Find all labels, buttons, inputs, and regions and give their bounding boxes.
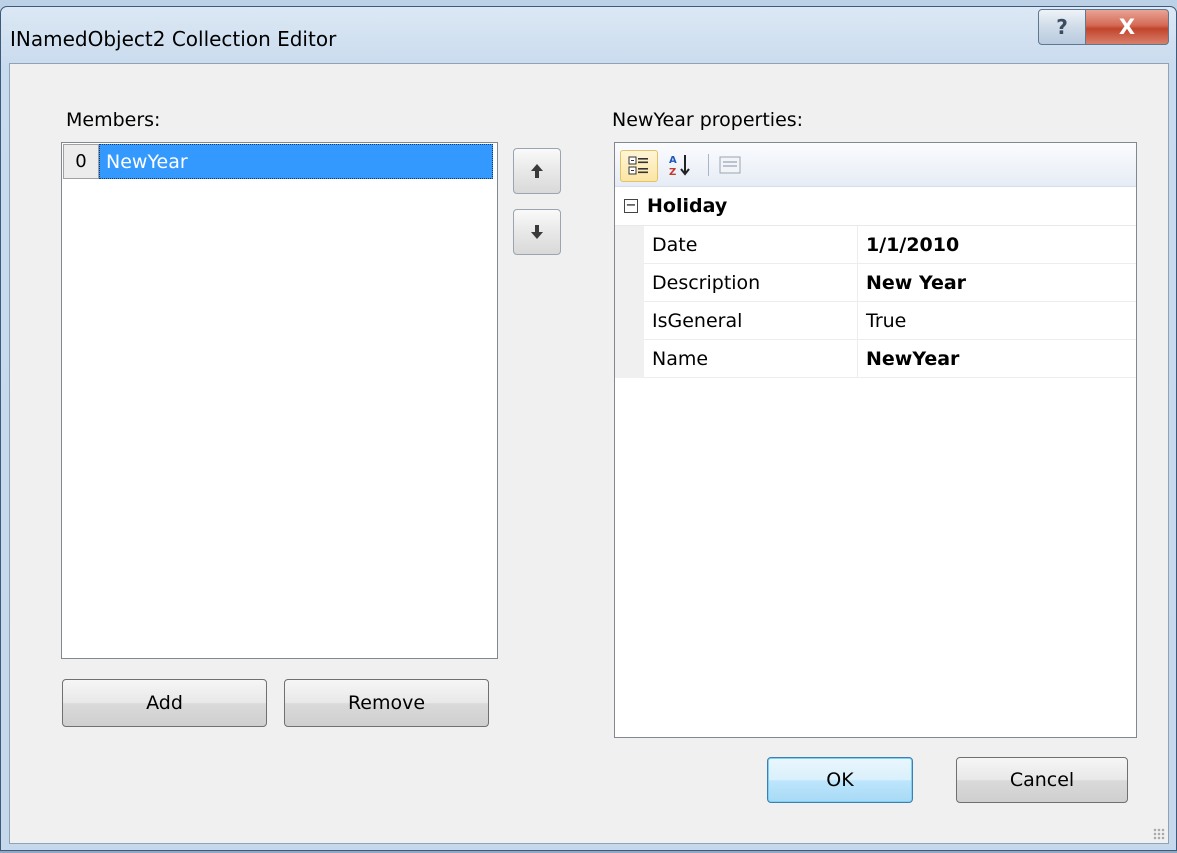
property-value[interactable]: 1/1/2010 — [858, 226, 1136, 264]
collection-editor-dialog: INamedObject2 Collection Editor ? X Memb… — [0, 6, 1177, 851]
members-listbox[interactable]: 0 NewYear — [61, 142, 498, 659]
property-pages-button[interactable] — [715, 150, 745, 180]
close-icon: X — [1118, 15, 1136, 39]
list-item-name: NewYear — [99, 144, 493, 179]
property-grid-rows: − Holiday Date 1/1/2010 Description New … — [615, 187, 1136, 378]
list-item-index: 0 — [63, 144, 99, 179]
remove-button[interactable]: Remove — [284, 679, 489, 727]
arrow-down-icon — [531, 225, 543, 239]
help-icon: ? — [1056, 15, 1068, 39]
properties-label: NewYear properties: — [612, 109, 804, 131]
svg-text:Z: Z — [669, 167, 676, 178]
list-item[interactable]: 0 NewYear — [63, 144, 493, 179]
property-row-description[interactable]: Description New Year — [615, 264, 1136, 302]
row-gutter — [615, 226, 644, 264]
property-name: Description — [644, 264, 858, 302]
row-gutter — [615, 340, 644, 378]
category-row-holiday[interactable]: − Holiday — [615, 187, 1136, 226]
row-gutter — [615, 302, 644, 340]
property-value[interactable]: New Year — [858, 264, 1136, 302]
property-row-name[interactable]: Name NewYear — [615, 340, 1136, 378]
arrow-up-icon — [531, 164, 543, 178]
category-name: Holiday — [647, 195, 728, 217]
row-gutter — [615, 264, 644, 302]
property-name: Name — [644, 340, 858, 378]
property-name: Date — [644, 226, 858, 264]
window-title: INamedObject2 Collection Editor — [10, 27, 337, 51]
alphabetical-icon: A Z — [669, 155, 690, 178]
add-button[interactable]: Add — [62, 679, 267, 727]
property-value[interactable]: True — [858, 302, 1136, 340]
title-bar[interactable]: INamedObject2 Collection Editor ? X — [1, 7, 1176, 67]
ok-button[interactable]: OK — [767, 757, 913, 803]
categorized-button[interactable] — [620, 150, 658, 182]
property-name: IsGeneral — [644, 302, 858, 340]
property-grid[interactable]: A Z − Holiday Date 1/1/2010 Description … — [614, 142, 1137, 738]
alphabetical-button[interactable]: A Z — [663, 150, 699, 180]
members-label: Members: — [66, 109, 161, 131]
property-grid-toolbar: A Z — [615, 143, 1136, 187]
property-row-isgeneral[interactable]: IsGeneral True — [615, 302, 1136, 340]
property-pages-icon — [719, 156, 741, 174]
cancel-button[interactable]: Cancel — [956, 757, 1128, 803]
property-row-date[interactable]: Date 1/1/2010 — [615, 226, 1136, 264]
dialog-client-area: Members: NewYear properties: 0 NewYear A… — [9, 63, 1169, 844]
help-button[interactable]: ? — [1038, 9, 1086, 45]
collapse-icon[interactable]: − — [624, 199, 638, 213]
close-button[interactable]: X — [1085, 9, 1169, 45]
move-up-button[interactable] — [513, 148, 561, 194]
move-down-button[interactable] — [513, 209, 561, 255]
categorized-icon — [628, 156, 648, 175]
svg-text:A: A — [669, 155, 677, 166]
toolbar-separator — [708, 154, 709, 176]
property-value[interactable]: NewYear — [858, 340, 1136, 378]
resize-grip-icon[interactable] — [1153, 828, 1165, 840]
